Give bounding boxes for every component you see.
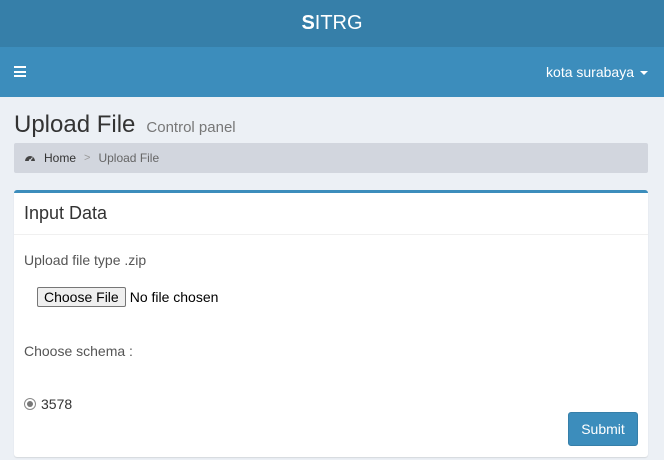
file-status: No file chosen [129,289,219,305]
page-title: Upload File [14,111,136,138]
schema-label: Choose schema : [24,343,133,359]
file-input: Choose File No file chosen [37,287,218,307]
user-menu[interactable]: kota surabaya [546,47,648,97]
upload-label: Upload file type .zip [24,252,147,268]
choose-file-button[interactable]: Choose File [37,287,126,307]
schema-option: 3578 [24,396,72,412]
breadcrumb-separator: > [84,152,91,164]
logo[interactable]: SITRG [301,12,362,35]
box-header: Input Data [14,193,648,235]
dashboard-icon [25,156,35,162]
box-title: Input Data [24,203,108,223]
logo-bar: SITRG [0,0,664,47]
top-navbar: kota surabaya [0,47,664,97]
user-name: kota surabaya [546,64,634,80]
breadcrumb-home-link[interactable]: Home [44,151,76,165]
schema-option-label: 3578 [41,396,73,412]
input-data-box: Input Data Upload file type .zip Choose … [14,190,648,457]
schema-radio[interactable] [24,398,36,410]
page-header: Upload File Control panel [14,111,236,139]
caret-down-icon [640,71,648,75]
page-subtitle: Control panel [146,119,236,136]
hamburger-icon[interactable] [14,66,26,77]
submit-button[interactable]: Submit [568,412,638,446]
breadcrumb: Home > Upload File [14,143,648,173]
breadcrumb-current: Upload File [98,151,160,165]
